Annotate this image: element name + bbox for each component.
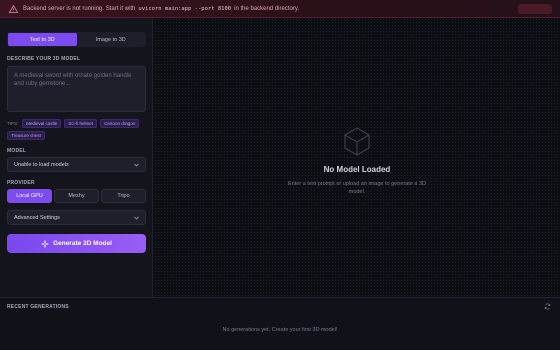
- generate-button-label: Generate 3D Model: [53, 240, 112, 247]
- advanced-settings-toggle[interactable]: Advanced Settings: [7, 210, 146, 225]
- tip-chip-sci-fi-helmet[interactable]: Sci-fi helmet: [64, 119, 98, 128]
- generate-button[interactable]: Generate 3D Model: [7, 234, 146, 253]
- provider-meshy[interactable]: Meshy: [54, 189, 99, 203]
- chevron-down-icon: [134, 163, 139, 167]
- tip-chip-medieval-castle[interactable]: Medieval castle: [22, 119, 62, 128]
- chevron-down-icon: [134, 216, 139, 220]
- generation-panel: Text to 3D Image to 3D DESCRIBE YOUR 3D …: [0, 18, 153, 297]
- banner-text-after: in the backend directory.: [234, 5, 300, 12]
- mode-tabs: Text to 3D Image to 3D: [7, 32, 146, 47]
- provider-local-gpu[interactable]: Local GPU: [7, 189, 52, 203]
- model-viewer[interactable]: No Model Loaded Enter a text prompt or u…: [154, 18, 560, 297]
- tab-text-to-3d[interactable]: Text to 3D: [8, 33, 77, 46]
- viewer-empty-subtitle: Enter a text prompt or upload an image t…: [288, 181, 426, 195]
- viewer-empty-title: No Model Loaded: [323, 165, 391, 174]
- warning-triangle-icon: [9, 4, 18, 13]
- tips-row: TIPS: Medieval castle Sci-fi helmet Cart…: [7, 119, 147, 140]
- provider-label: PROVIDER: [7, 180, 35, 186]
- advanced-settings-label: Advanced Settings: [14, 214, 60, 221]
- banner-command: uvicorn main:app --port 8100: [138, 5, 232, 12]
- prompt-input[interactable]: [7, 66, 146, 112]
- tab-image-to-3d[interactable]: Image to 3D: [77, 33, 146, 46]
- tip-chip-cartoon-dragon[interactable]: Cartoon dragon: [100, 119, 140, 128]
- banner-text-before: Backend server is not running. Start it …: [23, 5, 136, 12]
- model-select[interactable]: Unable to load models: [7, 157, 146, 172]
- model-select-value: Unable to load models: [14, 161, 69, 168]
- model-label: MODEL: [7, 148, 27, 154]
- sparkle-icon: [41, 239, 49, 248]
- tip-chip-treasure-chest[interactable]: Treasure chest: [7, 131, 45, 140]
- banner-dismiss-button[interactable]: [518, 4, 552, 14]
- recent-generations-panel: RECENT GENERATIONS No generations yet. C…: [0, 297, 560, 350]
- recent-generations-empty: No generations yet. Create your first 3D…: [222, 327, 338, 333]
- provider-segmented-control: Local GPU Meshy Tripo: [7, 189, 146, 203]
- refresh-icon[interactable]: [544, 303, 551, 310]
- describe-label: DESCRIBE YOUR 3D MODEL: [7, 56, 81, 62]
- backend-error-banner: Backend server is not running. Start it …: [0, 0, 560, 18]
- viewer-empty-state: No Model Loaded Enter a text prompt or u…: [154, 126, 560, 196]
- recent-generations-label: RECENT GENERATIONS: [7, 304, 69, 310]
- provider-tripo[interactable]: Tripo: [101, 189, 146, 203]
- tips-label: TIPS:: [7, 121, 19, 126]
- cube-icon: [344, 127, 370, 156]
